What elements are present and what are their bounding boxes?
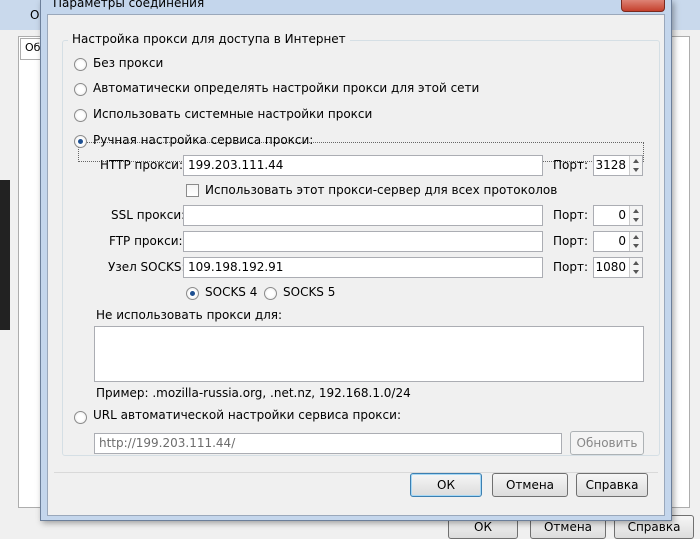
ssl-port-label: Порт:	[553, 208, 589, 222]
label-system-proxy: Использовать системные настройки прокси	[93, 107, 373, 121]
dialog-title: Параметры соединения	[53, 0, 205, 10]
ssl-port-value: 0	[618, 208, 626, 222]
http-port-spinner[interactable]	[629, 156, 642, 175]
radio-system-proxy[interactable]	[74, 109, 87, 122]
button-separator	[54, 472, 658, 473]
label-manual-proxy: Ручная настройка сервиса прокси:	[93, 133, 314, 147]
radio-manual-proxy[interactable]	[74, 135, 87, 148]
connection-settings-dialog: Параметры соединения Настройка прокси дл…	[40, 0, 672, 521]
socks-port-input[interactable]: 1080	[593, 257, 643, 278]
ok-button[interactable]: ОК	[410, 473, 482, 497]
http-proxy-label: HTTP прокси:	[100, 158, 184, 172]
ssl-port-spinner[interactable]	[629, 206, 642, 225]
label-socks5: SOCKS 5	[283, 285, 336, 299]
radio-socks4[interactable]	[186, 287, 199, 300]
ftp-port-spinner[interactable]	[629, 232, 642, 251]
ftp-port-value: 0	[618, 234, 626, 248]
radio-auto-detect[interactable]	[74, 83, 87, 96]
radio-socks5[interactable]	[264, 287, 277, 300]
http-port-label: Порт:	[553, 158, 589, 172]
ssl-proxy-input[interactable]	[183, 205, 543, 226]
reload-button[interactable]: Обновить	[570, 431, 644, 455]
ssl-proxy-label: SSL прокси:	[111, 208, 186, 222]
group-label: Настройка прокси для доступа в Интернет	[68, 32, 350, 46]
no-proxy-for-textarea[interactable]	[94, 326, 644, 382]
no-proxy-for-label: Не использовать прокси для:	[96, 308, 283, 322]
dialog-client-area: Настройка прокси для доступа в Интернет …	[47, 14, 665, 516]
http-port-input[interactable]: 3128	[593, 155, 643, 176]
socks-host-label: Узел SOCKS:	[108, 260, 186, 274]
label-auto-url: URL автоматической настройки сервиса про…	[93, 408, 401, 422]
http-proxy-input[interactable]: 199.203.111.44	[183, 155, 543, 176]
radio-no-proxy[interactable]	[74, 58, 87, 71]
label-no-proxy: Без прокси	[93, 56, 164, 70]
no-proxy-example: Пример: .mozilla-russia.org, .net.nz, 19…	[96, 386, 411, 400]
ftp-port-label: Порт:	[553, 234, 589, 248]
label-socks4: SOCKS 4	[205, 285, 258, 299]
help-button[interactable]: Справка	[576, 473, 648, 497]
use-for-all-label: Использовать этот прокси-сервер для всех…	[205, 183, 558, 197]
background-title-fragment: О	[30, 8, 40, 22]
socks-port-value: 1080	[595, 260, 626, 274]
use-for-all-checkbox[interactable]	[186, 184, 199, 197]
socks-host-input[interactable]: 109.198.192.91	[183, 257, 543, 278]
label-auto-detect: Автоматически определять настройки прокс…	[93, 81, 480, 95]
auto-url-input[interactable]: http://199.203.111.44/	[94, 433, 562, 454]
http-port-value: 3128	[595, 158, 626, 172]
socks-port-label: Порт:	[553, 260, 589, 274]
ftp-proxy-input[interactable]	[183, 231, 543, 252]
close-button[interactable]	[621, 0, 665, 12]
background-dark-strip	[0, 180, 10, 330]
cancel-button[interactable]: Отмена	[492, 473, 568, 497]
ssl-port-input[interactable]: 0	[593, 205, 643, 226]
socks-port-spinner[interactable]	[629, 258, 642, 277]
ftp-proxy-label: FTP прокси:	[109, 234, 183, 248]
ftp-port-input[interactable]: 0	[593, 231, 643, 252]
radio-auto-url[interactable]	[74, 411, 87, 424]
